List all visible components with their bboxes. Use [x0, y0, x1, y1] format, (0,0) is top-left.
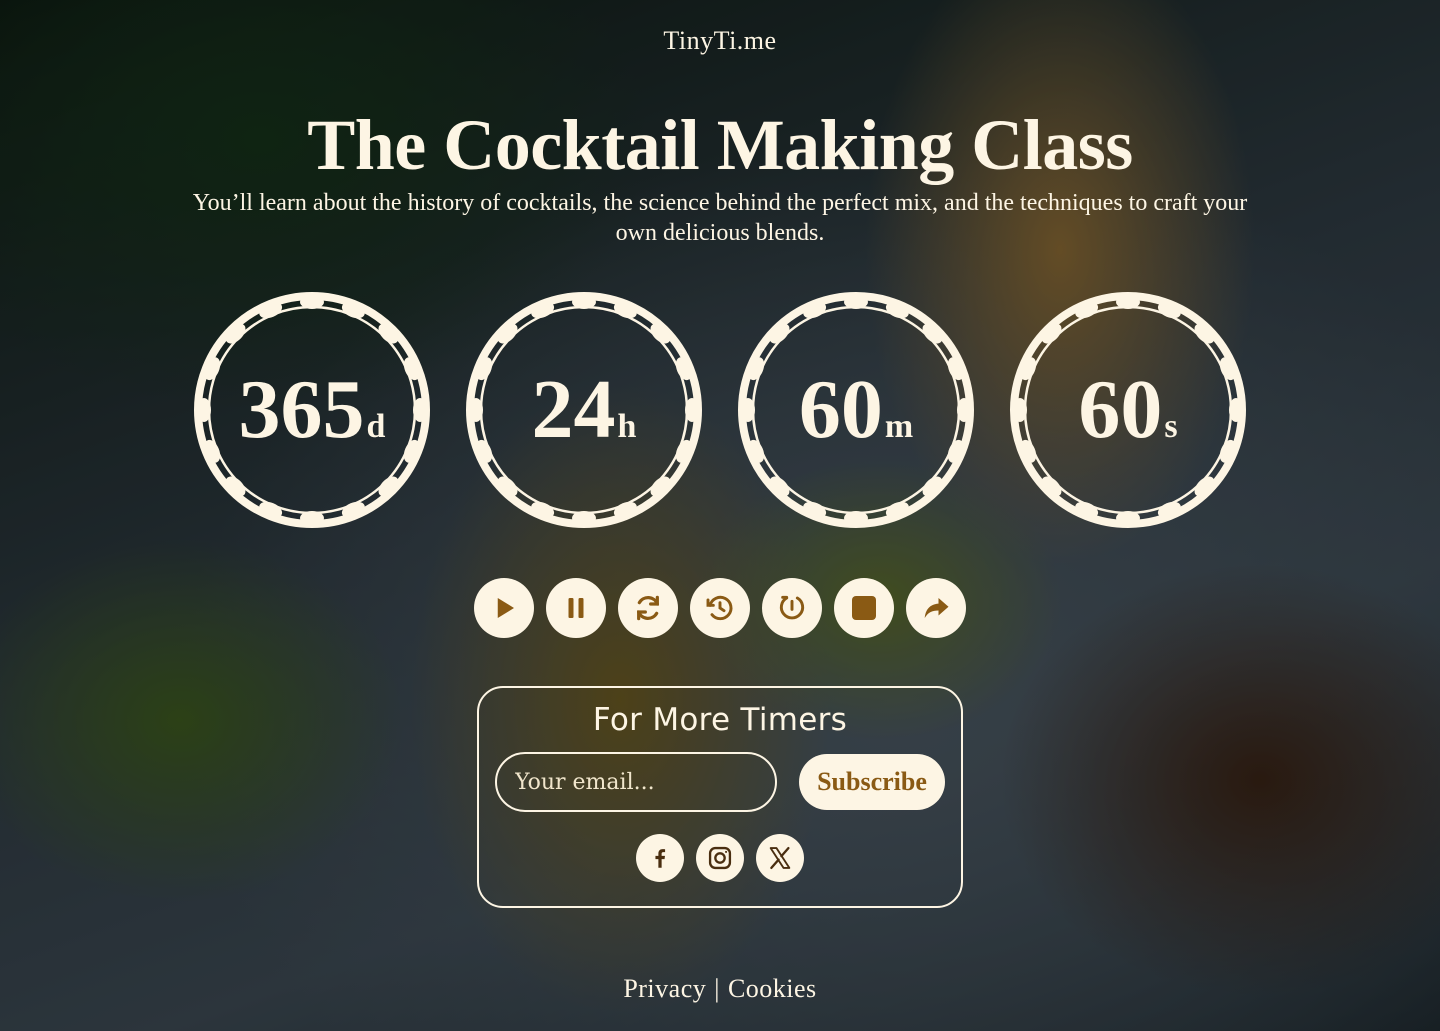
timer-hours-unit: h: [617, 408, 637, 445]
history-icon: [706, 595, 733, 621]
play-icon: [497, 598, 514, 618]
timer-seconds: 60 s: [1008, 290, 1248, 530]
timer-minutes-value: 60: [798, 363, 883, 456]
timer-hours: 24 h: [464, 290, 704, 530]
pause-icon: [568, 598, 584, 618]
share-icon: [924, 598, 949, 618]
timer-days: 365 d: [192, 290, 432, 530]
timer-hours-value: 24: [531, 363, 616, 456]
instagram-link[interactable]: [696, 834, 744, 882]
timer-controls: [474, 578, 966, 638]
timer-days-value: 365: [238, 363, 365, 456]
history-button[interactable]: [690, 578, 750, 638]
stop-button[interactable]: [834, 578, 894, 638]
timer-seconds-value: 60: [1078, 363, 1163, 456]
timer-restart-button[interactable]: [762, 578, 822, 638]
facebook-icon: [655, 849, 666, 868]
timer-minutes-unit: m: [884, 408, 914, 445]
x-icon: [769, 846, 791, 870]
pause-button[interactable]: [546, 578, 606, 638]
timer-days-unit: d: [366, 408, 386, 445]
subscribe-title: For More Timers: [592, 702, 848, 738]
play-button[interactable]: [474, 578, 534, 638]
stop-icon: [852, 596, 876, 620]
subscribe-panel: For More Timers Subscribe: [477, 686, 963, 908]
x-link[interactable]: [756, 834, 804, 882]
brand-logo[interactable]: TinyTi.me: [0, 26, 1440, 56]
refresh-icon: [637, 595, 659, 621]
instagram-icon: [708, 846, 732, 870]
email-input[interactable]: [495, 752, 777, 812]
page: TinyTi.me The Cocktail Making Class You’…: [0, 0, 1440, 1031]
page-subtitle: You’ll learn about the history of cockta…: [192, 190, 1248, 246]
footer: Privacy | Cookies: [0, 974, 1440, 1004]
page-title: The Cocktail Making Class: [307, 105, 1133, 185]
timer-restart-icon: [779, 595, 805, 620]
timer-seconds-unit: s: [1164, 408, 1178, 445]
timer-minutes: 60 m: [736, 290, 976, 530]
subscribe-button[interactable]: Subscribe: [799, 754, 945, 810]
footer-separator: |: [714, 974, 720, 1003]
refresh-button[interactable]: [618, 578, 678, 638]
social-links: [479, 834, 961, 882]
facebook-link[interactable]: [636, 834, 684, 882]
cookies-link[interactable]: Cookies: [728, 974, 817, 1003]
privacy-link[interactable]: Privacy: [623, 974, 706, 1003]
share-button[interactable]: [906, 578, 966, 638]
